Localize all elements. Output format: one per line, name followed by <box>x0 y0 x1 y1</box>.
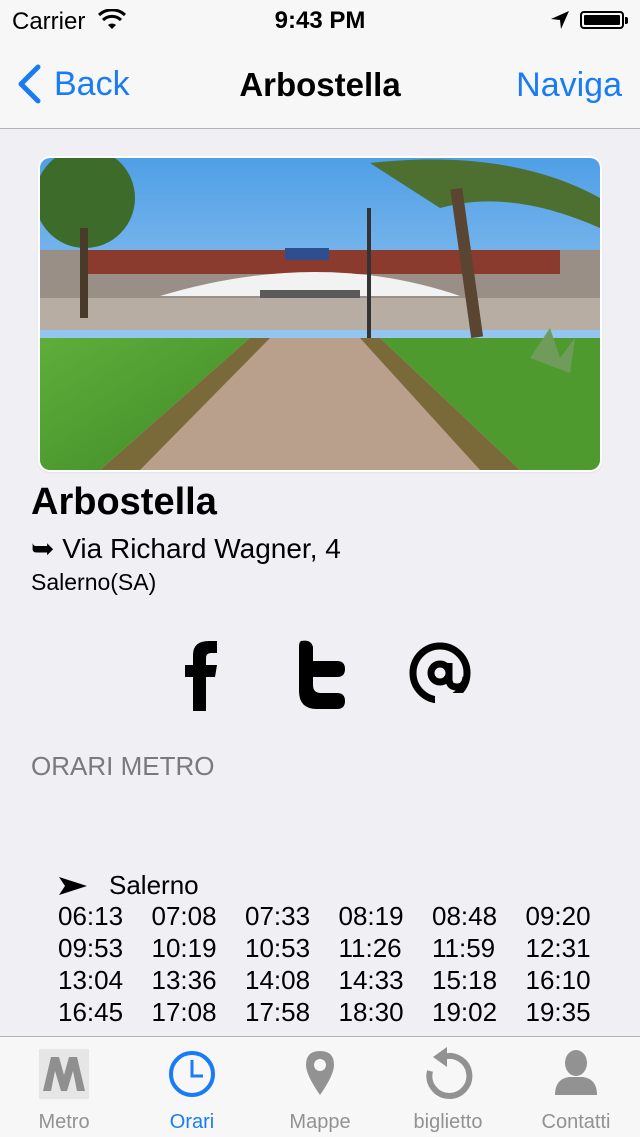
chevron-left-icon <box>18 64 41 104</box>
tab-contatti[interactable]: Contatti <box>512 1037 640 1137</box>
schedule-time: 17:58 <box>245 997 311 1027</box>
tab-metro[interactable]: Metro <box>0 1037 128 1137</box>
back-label: Back <box>54 64 130 103</box>
schedule-time: 07:08 <box>151 901 217 931</box>
schedule-time: 10:19 <box>151 933 217 963</box>
email-at-icon <box>409 642 475 707</box>
schedule-time: 08:19 <box>338 901 404 931</box>
tab-orari-label: Orari <box>169 1111 215 1133</box>
naviga-button[interactable]: Naviga <box>516 66 622 105</box>
schedule-section-title: ORARI METRO <box>31 751 215 781</box>
status-bar: Carrier 9:43 PM <box>0 0 640 40</box>
tab-biglietto[interactable]: biglietto <box>384 1037 512 1137</box>
schedule-time: 19:35 <box>525 997 591 1027</box>
direction-label: Salerno <box>109 870 199 900</box>
map-pin-icon <box>306 1051 334 1095</box>
tab-orari[interactable]: Orari <box>128 1037 256 1137</box>
station-address: ➥ Via Richard Wagner, 4 <box>31 533 341 564</box>
navigation-bar: Back Arbostella Naviga <box>0 40 640 129</box>
schedule-time: 13:04 <box>58 965 124 995</box>
schedule-time: 15:18 <box>432 965 498 995</box>
facebook-share-button[interactable] <box>165 633 235 713</box>
schedule-time: 13:36 <box>151 965 217 995</box>
tab-mappe[interactable]: Mappe <box>256 1037 384 1137</box>
schedule-direction: Salerno <box>59 870 199 901</box>
schedule-time: 11:26 <box>338 933 402 963</box>
location-arrow-icon <box>551 11 569 29</box>
schedule-time: 06:13 <box>58 901 124 931</box>
schedule-time: 19:02 <box>432 997 498 1027</box>
tab-biglietto-label: biglietto <box>413 1111 483 1133</box>
schedule-time: 11:59 <box>432 933 496 963</box>
station-name: Arbostella <box>31 481 217 523</box>
tab-mappe-label: Mappe <box>289 1111 351 1133</box>
schedule-time: 16:10 <box>525 965 591 995</box>
schedule-times: 06:13 07:08 07:33 08:19 08:48 09:20 09:53 10:19… <box>58 902 618 1026</box>
schedule-time: 16:45 <box>58 997 124 1027</box>
station-photo <box>40 158 600 470</box>
station-detail: Arbostella ➥ Via Richard Wagner, 4 Saler… <box>0 129 640 1036</box>
clock-icon <box>169 1051 215 1097</box>
tab-metro-label: Metro <box>38 1111 90 1133</box>
schedule-time: 08:48 <box>432 901 498 931</box>
person-icon <box>555 1050 597 1095</box>
metro-logo-icon <box>39 1049 89 1099</box>
station-city: Salerno(SA) <box>31 569 157 595</box>
twitter-share-button[interactable] <box>285 633 355 713</box>
back-button[interactable]: Back <box>16 62 130 106</box>
battery-icon <box>580 11 628 29</box>
tab-bar: Metro Orari Mappe biglietto Contatti <box>0 1036 640 1137</box>
clock-time: 9:43 PM <box>274 7 366 34</box>
tab-contatti-label: Contatti <box>541 1111 611 1133</box>
schedule-time: 14:08 <box>245 965 311 995</box>
schedule-time: 14:33 <box>338 965 404 995</box>
refresh-icon <box>426 1047 473 1099</box>
schedule-time: 07:33 <box>245 901 311 931</box>
email-share-button[interactable] <box>405 633 475 713</box>
schedule-time: 18:30 <box>338 997 404 1027</box>
schedule-time: 10:53 <box>245 933 311 963</box>
schedule-time: 12:31 <box>525 933 591 963</box>
schedule-time: 17:08 <box>151 997 217 1027</box>
arrow-right-icon <box>59 876 87 895</box>
schedule-time: 09:20 <box>525 901 591 931</box>
schedule-time: 09:53 <box>58 933 124 963</box>
facebook-icon <box>185 641 217 711</box>
twitter-icon <box>299 640 345 709</box>
